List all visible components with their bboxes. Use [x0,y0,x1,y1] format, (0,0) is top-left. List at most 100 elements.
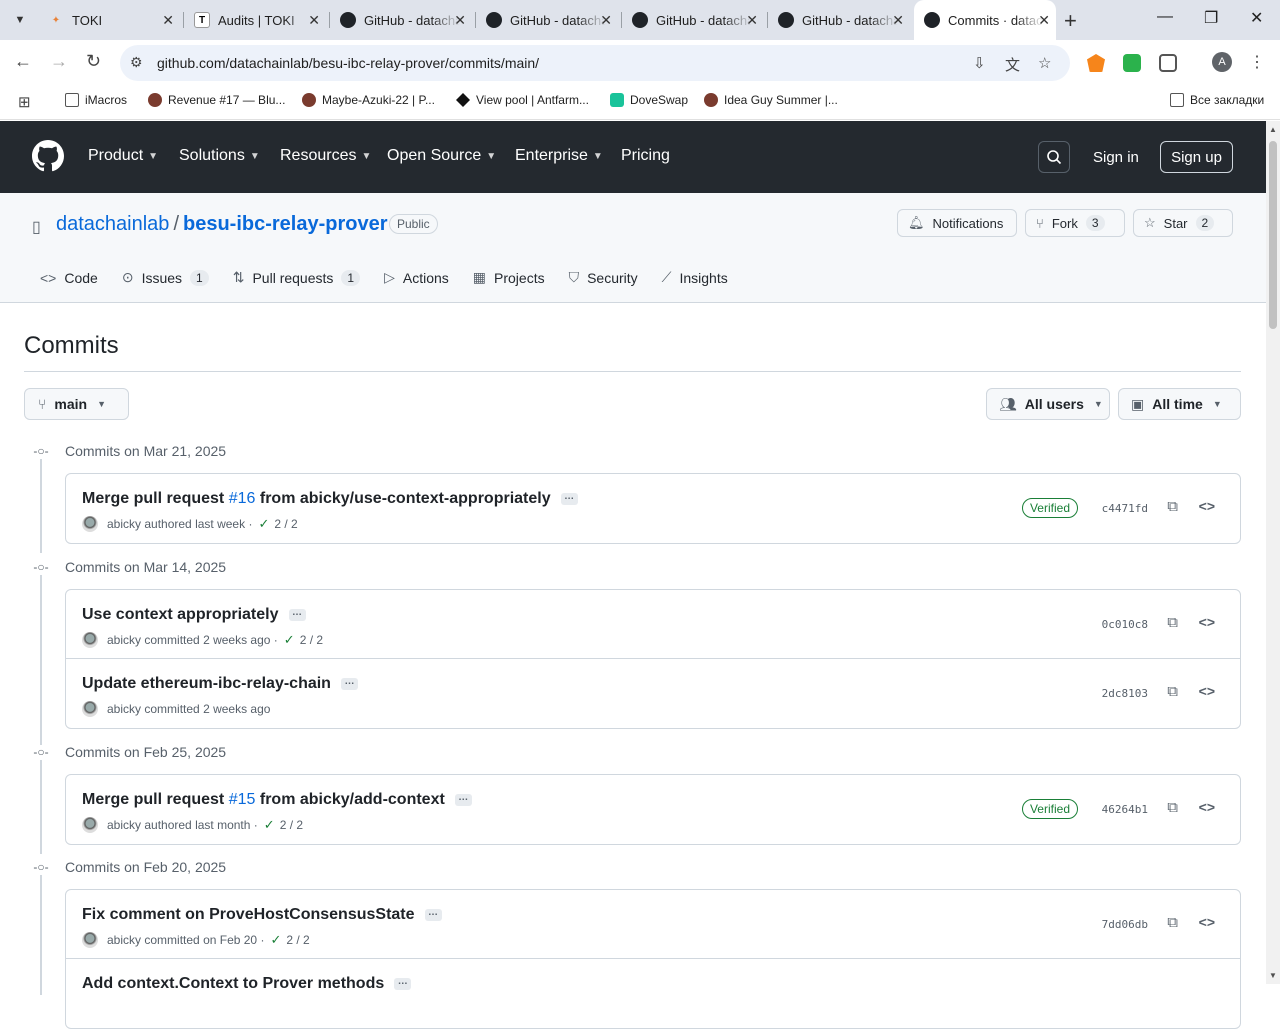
verified-badge[interactable]: Verified [1021,498,1078,518]
profile-avatar[interactable]: A [1212,52,1232,72]
close-tab-icon[interactable]: ✕ [600,12,612,29]
copy-icon[interactable]: ⧉ [1167,614,1178,631]
commit-author[interactable]: abicky [107,702,141,716]
expand-ellipsis-icon[interactable]: … [454,793,472,806]
pr-link[interactable]: #15 [229,791,256,809]
commit-sha-link[interactable]: 46264b1 [1102,803,1148,816]
tab-actions[interactable]: ▷ Actions [384,269,449,286]
nav-resources[interactable]: Resources ▼ [280,147,371,165]
commit-message[interactable]: Merge pull request #16 from abicky/use-c… [82,490,578,508]
avatar[interactable] [82,516,98,532]
sign-up-button[interactable]: Sign up [1160,141,1233,173]
new-tab-icon[interactable]: + [1064,8,1077,34]
nav-open-source[interactable]: Open Source ▼ [387,147,496,165]
commit-author[interactable]: abicky [107,517,141,531]
scrollbar-thumb[interactable] [1269,141,1277,329]
bookmark-idea-guy[interactable]: Idea Guy Summer |... [704,93,838,107]
expand-ellipsis-icon[interactable]: … [340,677,358,690]
fork-button[interactable]: ⑂ Fork 3 [1025,209,1125,237]
close-tab-icon[interactable]: ✕ [746,12,758,29]
browse-code-icon[interactable]: <> [1199,914,1215,930]
commit-author[interactable]: abicky [107,633,141,647]
notifications-button[interactable]: 🔔︎ Notifications [897,209,1017,237]
browse-code-icon[interactable]: <> [1199,498,1215,514]
repo-name-link[interactable]: besu-ibc-relay-prover [183,213,388,236]
expand-ellipsis-icon[interactable]: … [394,977,412,990]
avatar[interactable] [82,817,98,833]
bookmark-star-icon[interactable]: ☆ [1038,54,1051,72]
close-tab-icon[interactable]: ✕ [162,12,174,29]
bookmark-revenue[interactable]: Revenue #17 — Blu... [148,93,285,107]
repo-owner-link[interactable]: datachainlab [56,213,169,236]
address-bar[interactable]: ⚙ github.com/datachainlab/besu-ibc-relay… [120,45,1070,81]
minimize-icon[interactable]: — [1157,8,1173,26]
github-logo-icon[interactable] [32,140,64,172]
browser-tab-github-4[interactable]: GitHub - datachainlab ✕ [768,6,910,34]
verified-badge[interactable]: Verified [1021,799,1078,819]
expand-ellipsis-icon[interactable]: … [288,608,306,621]
commit-sha-link[interactable]: 0c010c8 [1102,618,1148,631]
apps-grid-icon[interactable]: ⊞ [18,93,31,111]
nav-pricing[interactable]: Pricing [621,147,670,165]
window-close-icon[interactable]: ✕ [1250,8,1263,28]
restore-icon[interactable]: ❐ [1204,8,1218,28]
browser-tab-audits[interactable]: T Audits | TOKI ✕ [184,6,326,34]
close-tab-icon[interactable]: ✕ [308,12,320,29]
commit-message[interactable]: Update ethereum-ibc-relay-chain… [82,675,358,693]
browser-tab-toki[interactable]: ✦ TOKI ✕ [38,6,180,34]
extensions-puzzle-icon[interactable] [1159,54,1177,72]
bookmark-doveswap[interactable]: DoveSwap [610,93,688,107]
tab-pull-requests[interactable]: ⇅ Pull requests 1 [233,269,361,286]
copy-icon[interactable]: ⧉ [1167,683,1178,700]
tab-code[interactable]: <> Code [40,269,98,286]
chrome-menu-icon[interactable]: ⋮ [1249,52,1265,72]
install-app-icon[interactable]: ⇩ [973,54,986,72]
browser-tab-commits[interactable]: Commits · datachainlab ✕ [914,0,1056,40]
commit-author[interactable]: abicky [107,818,141,832]
forward-icon[interactable]: → [50,51,68,72]
check-icon[interactable]: ✓ [284,632,295,648]
browser-tab-github-2[interactable]: GitHub - datachainlab ✕ [476,6,618,34]
bookmark-antfarm[interactable]: View pool | Antfarm... [456,93,589,107]
commit-sha-link[interactable]: 2dc8103 [1102,687,1148,700]
close-tab-icon[interactable]: ✕ [454,12,466,29]
nav-solutions[interactable]: Solutions ▼ [179,147,260,165]
green-extension-icon[interactable] [1123,54,1141,72]
copy-icon[interactable]: ⧉ [1167,914,1178,931]
tab-projects[interactable]: ▦ Projects [473,269,545,286]
check-icon[interactable]: ✓ [270,932,281,948]
nav-product[interactable]: Product ▼ [88,147,158,165]
star-button[interactable]: ☆ Star 2 [1133,209,1233,237]
copy-icon[interactable]: ⧉ [1167,498,1178,515]
commit-sha-link[interactable]: 7dd06db [1102,918,1148,931]
metamask-extension-icon[interactable] [1087,54,1105,72]
translate-icon[interactable]: 文 [1005,54,1020,75]
close-tab-icon[interactable]: ✕ [892,12,904,29]
commit-message[interactable]: Merge pull request #15 from abicky/add-c… [82,791,472,809]
pr-link[interactable]: #16 [229,490,256,508]
avatar[interactable] [82,632,98,648]
back-icon[interactable]: ← [14,51,32,72]
tab-security[interactable]: ⛉ Security [569,269,638,286]
commit-message[interactable]: Add context.Context to Prover methods… [82,975,412,993]
commit-message[interactable]: Fix comment on ProveHostConsensusState… [82,906,442,924]
nav-enterprise[interactable]: Enterprise ▼ [515,147,603,165]
expand-ellipsis-icon[interactable]: … [560,492,578,505]
tab-insights[interactable]: ⟋ Insights [662,269,728,286]
browse-code-icon[interactable]: <> [1199,683,1215,699]
site-info-icon[interactable]: ⚙ [130,54,143,71]
users-filter[interactable]: 👥︎ All users ▼ [986,388,1110,420]
check-icon[interactable]: ✓ [258,516,269,532]
url-text[interactable]: github.com/datachainlab/besu-ibc-relay-p… [157,55,539,71]
all-bookmarks[interactable]: Все закладки [1170,93,1264,107]
scroll-down-icon[interactable]: ▼ [1269,971,1277,980]
bookmark-imacros[interactable]: iMacros [65,93,127,107]
close-tab-icon[interactable]: ✕ [1038,12,1050,29]
commit-message[interactable]: Use context appropriately… [82,606,306,624]
avatar[interactable] [82,701,98,717]
commit-author[interactable]: abicky [107,933,141,947]
page-scrollbar[interactable]: ▲ ▼ [1266,121,1280,984]
sign-in-link[interactable]: Sign in [1093,149,1139,166]
commit-sha-link[interactable]: c4471fd [1102,502,1148,515]
time-filter[interactable]: ▣ All time ▼ [1118,388,1241,420]
